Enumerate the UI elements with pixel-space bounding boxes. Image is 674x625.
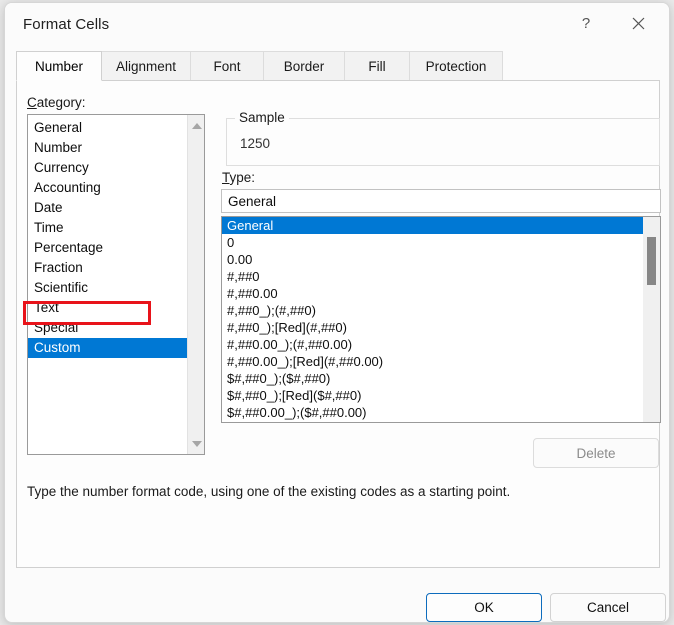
- cancel-button-label: Cancel: [587, 600, 629, 615]
- type-item-label: #,##0: [227, 269, 260, 284]
- sample-value: 1250: [240, 136, 270, 151]
- category-item-label: Scientific: [34, 280, 88, 295]
- type-item-label: 0: [227, 235, 234, 250]
- scroll-up-icon[interactable]: [188, 117, 205, 134]
- category-item-special[interactable]: Special: [28, 318, 187, 338]
- type-listbox[interactable]: General 0 0.00 #,##0 #,##0.00 #,##0_);(#,##0)…: [221, 216, 661, 423]
- help-icon-glyph: ?: [582, 15, 590, 32]
- category-item-label: General: [34, 120, 82, 135]
- type-label-rest: ype:: [230, 170, 256, 185]
- category-item-time[interactable]: Time: [28, 218, 187, 238]
- type-item-label: $#,##0_);[Red]($#,##0): [227, 388, 361, 403]
- category-item-label: Special: [34, 320, 78, 335]
- type-item[interactable]: #,##0_);(#,##0): [222, 302, 643, 319]
- title-bar: Format Cells ?: [5, 3, 669, 47]
- type-item[interactable]: #,##0.00: [222, 285, 643, 302]
- type-label-accel: T: [222, 170, 230, 185]
- ok-button[interactable]: OK: [426, 593, 542, 622]
- category-label-rest: ategory:: [37, 95, 86, 110]
- category-item-label: Time: [34, 220, 64, 235]
- tab-protection[interactable]: Protection: [409, 51, 503, 81]
- category-item-label: Text: [34, 300, 59, 315]
- category-label: Category:: [27, 95, 86, 110]
- tab-label: Fill: [368, 59, 385, 74]
- format-cells-dialog: Format Cells ? Number Alignment Font Border…: [4, 2, 670, 623]
- type-item[interactable]: 0: [222, 234, 643, 251]
- category-item-label: Fraction: [34, 260, 83, 275]
- type-item[interactable]: #,##0.00_);[Red](#,##0.00): [222, 353, 643, 370]
- close-icon[interactable]: [615, 3, 661, 43]
- category-item-label: Percentage: [34, 240, 103, 255]
- type-item[interactable]: #,##0: [222, 268, 643, 285]
- tab-label: Font: [213, 59, 240, 74]
- category-item-number[interactable]: Number: [28, 138, 187, 158]
- tab-strip: Number Alignment Font Border Fill Protection: [16, 51, 660, 81]
- type-item[interactable]: #,##0.00_);(#,##0.00): [222, 336, 643, 353]
- type-item-label: #,##0.00_);(#,##0.00): [227, 337, 352, 352]
- tab-label: Border: [284, 59, 325, 74]
- category-item-text[interactable]: Text: [28, 298, 187, 318]
- category-label-accel: C: [27, 95, 37, 110]
- ok-button-label: OK: [474, 600, 494, 615]
- category-list[interactable]: General Number Currency Accounting Date Time P…: [28, 115, 187, 454]
- tab-label: Alignment: [116, 59, 176, 74]
- tab-alignment[interactable]: Alignment: [101, 51, 191, 81]
- delete-button[interactable]: Delete: [533, 438, 659, 468]
- category-item-label: Date: [34, 200, 63, 215]
- type-item[interactable]: #,##0_);[Red](#,##0): [222, 319, 643, 336]
- category-item-label: Accounting: [34, 180, 101, 195]
- type-item-label: General: [227, 218, 273, 233]
- type-scrollbar[interactable]: [643, 217, 660, 422]
- type-item[interactable]: General: [222, 217, 643, 234]
- type-item-label: #,##0.00_);[Red](#,##0.00): [227, 354, 383, 369]
- category-item-percentage[interactable]: Percentage: [28, 238, 187, 258]
- type-item[interactable]: $#,##0.00_);($#,##0.00): [222, 404, 643, 421]
- type-item-label: $#,##0_);($#,##0): [227, 371, 330, 386]
- type-item-label: #,##0_);(#,##0): [227, 303, 316, 318]
- tab-label: Protection: [426, 59, 487, 74]
- tab-number[interactable]: Number: [16, 51, 102, 81]
- category-item-label: Custom: [34, 340, 81, 355]
- category-item-custom[interactable]: Custom: [28, 338, 187, 358]
- type-item-label: 0.00: [227, 252, 252, 267]
- category-item-label: Currency: [34, 160, 89, 175]
- delete-button-label: Delete: [576, 446, 615, 461]
- type-list[interactable]: General 0 0.00 #,##0 #,##0.00 #,##0_);(#,##0)…: [222, 217, 643, 422]
- category-item-date[interactable]: Date: [28, 198, 187, 218]
- type-label: Type:: [222, 170, 255, 185]
- category-item-label: Number: [34, 140, 82, 155]
- sample-group: Sample 1250: [226, 118, 660, 166]
- category-scrollbar[interactable]: [187, 115, 204, 454]
- type-item[interactable]: $#,##0_);[Red]($#,##0): [222, 387, 643, 404]
- category-item-fraction[interactable]: Fraction: [28, 258, 187, 278]
- type-input[interactable]: [221, 189, 661, 213]
- tab-border[interactable]: Border: [263, 51, 345, 81]
- help-icon[interactable]: ?: [563, 3, 609, 43]
- tab-fill[interactable]: Fill: [344, 51, 410, 81]
- type-item-label: #,##0.00: [227, 286, 278, 301]
- type-item-label: #,##0_);[Red](#,##0): [227, 320, 347, 335]
- type-item[interactable]: 0.00: [222, 251, 643, 268]
- type-scrollbar-thumb[interactable]: [647, 237, 656, 285]
- hint-text: Type the number format code, using one o…: [27, 484, 510, 499]
- type-item[interactable]: $#,##0_);($#,##0): [222, 370, 643, 387]
- category-item-scientific[interactable]: Scientific: [28, 278, 187, 298]
- category-item-accounting[interactable]: Accounting: [28, 178, 187, 198]
- cancel-button[interactable]: Cancel: [550, 593, 666, 622]
- category-item-general[interactable]: General: [28, 118, 187, 138]
- category-item-currency[interactable]: Currency: [28, 158, 187, 178]
- tab-label: Number: [35, 59, 83, 74]
- category-listbox[interactable]: General Number Currency Accounting Date Time P…: [27, 114, 205, 455]
- sample-group-label: Sample: [235, 110, 289, 125]
- scroll-down-icon[interactable]: [188, 435, 205, 452]
- dialog-title: Format Cells: [23, 16, 109, 33]
- tab-font[interactable]: Font: [190, 51, 264, 81]
- type-item-label: $#,##0.00_);($#,##0.00): [227, 405, 367, 420]
